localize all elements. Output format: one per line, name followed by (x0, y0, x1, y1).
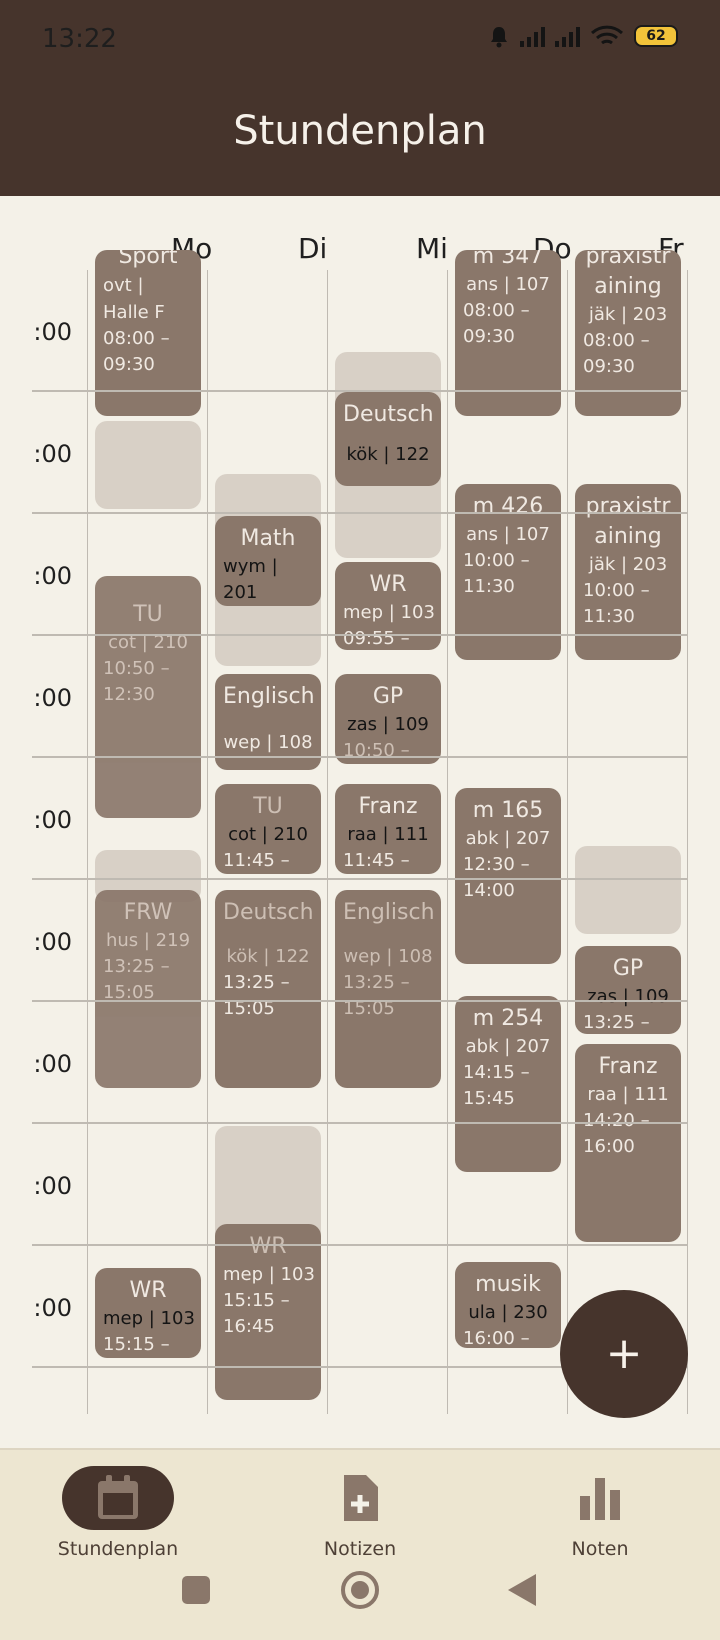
lesson-di-math[interactable]: Math wym | 201 (215, 516, 321, 606)
home-icon[interactable] (340, 1570, 380, 1610)
time-label-1400: :00 (33, 1050, 72, 1078)
lesson-do-m165[interactable]: m 165 abk | 207 12:30 – 14:00 (455, 788, 561, 964)
lesson-placeholder (575, 846, 681, 934)
grid-column-line (567, 270, 568, 1414)
time-label-1000: :00 (33, 562, 72, 590)
time-label-0900: :00 (33, 440, 72, 468)
status-icons: 62 (488, 24, 678, 48)
grid-row-line (32, 1244, 688, 1246)
nav-icon-container (544, 1466, 656, 1530)
grid-column-line (687, 270, 688, 1414)
grid-row-line (32, 878, 688, 880)
system-navigation-bar (0, 1540, 720, 1640)
lesson-do-musik[interactable]: musik ula | 230 16:00 – (455, 1262, 561, 1348)
lesson-mi-englisch[interactable]: Englisch wep | 108 13:25 – 15:05 (335, 890, 441, 1088)
time-label-1200: :00 (33, 806, 72, 834)
grid-column-line (87, 270, 88, 1414)
app-root: 13:22 62 Stundenplan Mo Di Mi Do Fr :00 … (0, 0, 720, 1640)
lesson-fr-gp[interactable]: GP zas | 109 13:25 – (575, 946, 681, 1034)
calendar-icon (98, 1475, 138, 1519)
recents-icon[interactable] (180, 1574, 212, 1606)
lesson-mi-deutsch[interactable]: Deutsch kök | 122 (335, 392, 441, 486)
grid-row-line (32, 1000, 688, 1002)
note-add-icon (344, 1475, 378, 1521)
grid-row-line (32, 390, 688, 392)
lesson-placeholder (95, 421, 201, 509)
lesson-mi-wr[interactable]: WR mep | 103 09:55 – 10:40 (335, 562, 441, 650)
lesson-do-m254[interactable]: m 254 abk | 207 14:15 – 15:45 (455, 996, 561, 1172)
wifi-icon (590, 25, 624, 45)
grid-column-line (207, 270, 208, 1414)
battery-icon: 62 (634, 25, 678, 47)
add-lesson-button[interactable]: + (560, 1290, 688, 1418)
signal-1-icon (520, 25, 545, 47)
lesson-mi-gp[interactable]: GP zas | 109 10:50 – (335, 674, 441, 764)
lesson-di-wr[interactable]: WR mep | 103 15:15 – 16:45 (215, 1224, 321, 1400)
back-icon[interactable] (506, 1572, 538, 1608)
status-time: 13:22 (42, 24, 117, 54)
lesson-mo-tu[interactable]: TU cot | 210 10:50 – 12:30 (95, 576, 201, 818)
time-label-0800: :00 (33, 318, 72, 346)
lesson-mo-frw[interactable]: FRW hus | 219 13:25 – 15:05 (95, 890, 201, 1088)
nav-icon-container (304, 1466, 416, 1530)
time-label-1100: :00 (33, 684, 72, 712)
day-header-mi: Mi (416, 232, 448, 265)
app-header: 13:22 62 Stundenplan (0, 0, 720, 196)
time-label-1500: :00 (33, 1172, 72, 1200)
time-label-1600: :00 (33, 1294, 72, 1322)
grid-column-line (327, 270, 328, 1414)
lesson-fr-franz[interactable]: Franz raa | 111 14:20 – 16:00 (575, 1044, 681, 1242)
page-title: Stundenplan (233, 108, 487, 154)
lesson-di-tu[interactable]: TU cot | 210 11:45 – (215, 784, 321, 874)
lesson-mo-wr[interactable]: WR mep | 103 15:15 – 16:45 (95, 1268, 201, 1358)
bar-chart-icon (580, 1478, 620, 1520)
alarm-icon (491, 27, 507, 48)
day-header-di: Di (298, 232, 328, 265)
grid-row-line (32, 756, 688, 758)
nav-indicator (62, 1466, 174, 1530)
grid-column-line (447, 270, 448, 1414)
grid-row-line (32, 512, 688, 514)
grid-row-line (32, 634, 688, 636)
signal-2-icon (555, 25, 580, 47)
lesson-mi-franz[interactable]: Franz raa | 111 11:45 – (335, 784, 441, 874)
grid-row-line (32, 1122, 688, 1124)
time-label-1300: :00 (33, 928, 72, 956)
timetable[interactable]: Mo Di Mi Do Fr :00 :00 :00 :00 :00 :00 :… (0, 196, 720, 1448)
lesson-di-deutsch[interactable]: Deutsch kök | 122 13:25 – 15:05 (215, 890, 321, 1088)
